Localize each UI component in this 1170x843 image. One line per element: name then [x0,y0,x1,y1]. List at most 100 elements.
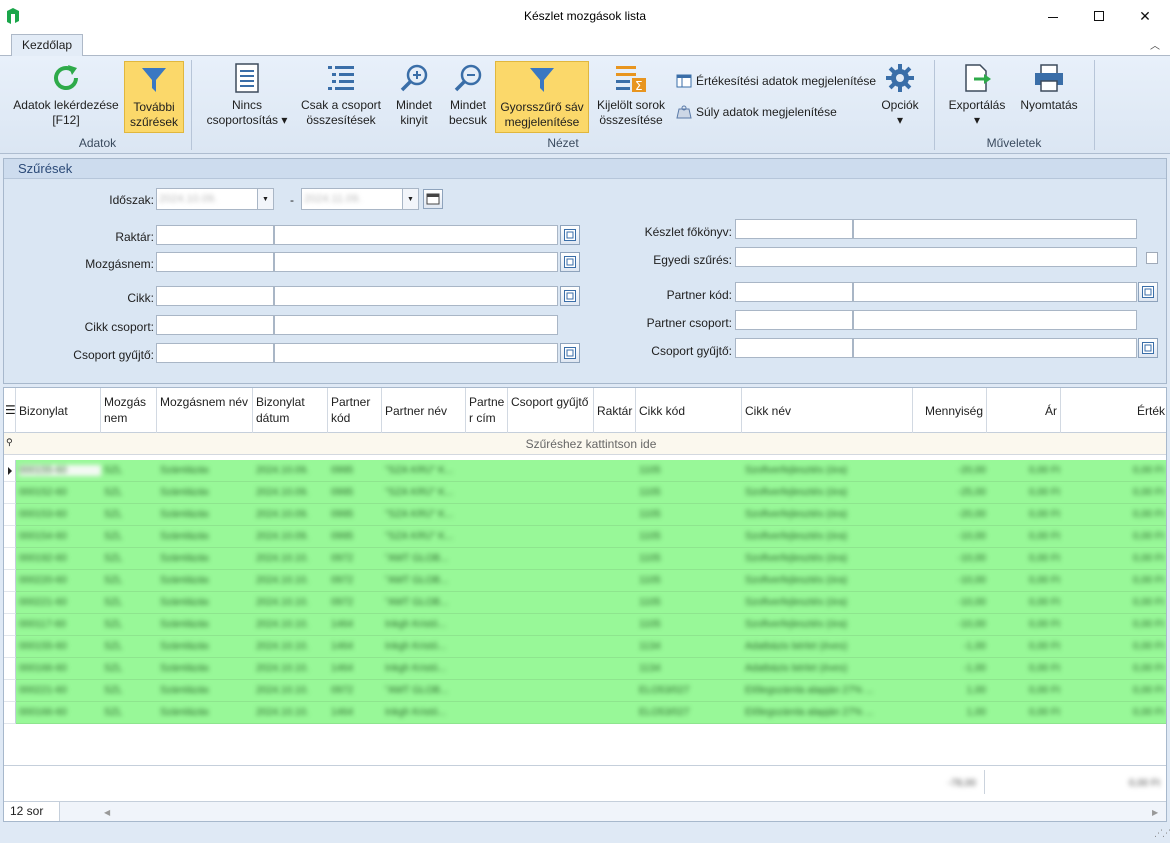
cell-cikk-kod[interactable]: 1105 [639,619,739,630]
cell-mozgasnem[interactable]: SZL [104,663,156,674]
cell-bizonylat[interactable]: 000154-60 [19,531,101,542]
cell-ar[interactable]: 0,00 Ft [990,487,1060,498]
cell-mozgasnem[interactable]: SZL [104,641,156,652]
cell-mennyiseg[interactable]: -25,00 [916,487,986,498]
cell-partner-nev[interactable]: "AMT GLOB... [385,597,465,608]
cell-cikk-nev[interactable]: Szoftverfejlesztés (óra) [745,531,913,542]
group-collector-name-input[interactable] [274,343,558,363]
warehouse-code-input[interactable] [156,225,274,245]
cell-mozgasnem[interactable]: SZL [104,707,156,718]
maximize-button[interactable] [1076,0,1122,32]
cell-bizonylat-datum[interactable]: 2024.10.09. [256,531,328,542]
cell-ertek[interactable]: 0,00 Ft [1064,663,1164,674]
table-row[interactable]: 000117-60 SZL Számlázás 2024.10.10. 1464 Inkg… [4,614,1166,636]
cell-mozgasnem-nev[interactable]: Számlázás [160,487,252,498]
cell-ar[interactable]: 0,00 Ft [990,707,1060,718]
auto-filter-row[interactable]: ⚲ Szűréshez kattintson ide [4,433,1166,455]
ribbon-collapse-icon[interactable]: ︿ [1150,37,1160,52]
cell-bizonylat-datum[interactable]: 2024.10.10. [256,663,328,674]
cell-cikk-nev[interactable]: Szoftverfejlesztés (óra) [745,509,913,520]
cell-mozgasnem-nev[interactable]: Számlázás [160,641,252,652]
table-row[interactable]: 000154-60 SZL Számlázás 2024.10.09. 0995 "SZÁ… [4,526,1166,548]
quick-filter-bar-button[interactable]: Gyorsszűrő sáv megjelenítése [495,61,589,133]
cell-mozgasnem-nev[interactable]: Számlázás [160,465,252,476]
cell-mozgasnem[interactable]: SZL [104,685,156,696]
movement-name-input[interactable] [274,252,558,272]
period-to-date[interactable]: 2024.11.09. ▼ [301,188,419,210]
cell-ertek[interactable]: 0,00 Ft [1064,553,1164,564]
cell-mozgasnem[interactable]: SZL [104,553,156,564]
cell-mozgasnem-nev[interactable]: Számlázás [160,619,252,630]
refresh-button[interactable]: Adatok lekérdezése [F12] [10,60,122,132]
sales-data-toggle[interactable]: Értékesítési adatok megjelenítése [676,72,876,90]
weight-data-toggle[interactable]: Súly adatok megjelenítése [676,103,837,121]
col-mozgasnem[interactable]: Mozgás nem [101,388,157,433]
cell-cikk-kod[interactable]: ELO53/027 [639,707,739,718]
col-ar[interactable]: Ár [987,388,1061,433]
col-partner-nev[interactable]: Partner név [382,388,466,433]
cell-bizonylat[interactable]: 000117-60 [19,619,101,630]
table-row[interactable]: 000192-60 SZL Számlázás 2024.10.10. 0972 "AMT… [4,548,1166,570]
minimize-button[interactable] [1030,0,1076,32]
cell-cikk-kod[interactable]: 1105 [639,575,739,586]
col-partner-cim[interactable]: Partne r cím [466,388,508,433]
col-bizonylat[interactable]: Bizonylat [16,388,101,433]
item-name-input[interactable] [274,286,558,306]
cell-cikk-kod[interactable]: 1105 [639,465,739,476]
cell-mozgasnem-nev[interactable]: Számlázás [160,597,252,608]
cell-mozgasnem-nev[interactable]: Számlázás [160,509,252,520]
row-indicator[interactable] [4,548,16,570]
cell-mennyiseg[interactable]: 1,00 [916,685,986,696]
cell-partner-kod[interactable]: 0972 [331,597,381,608]
cell-cikk-nev[interactable]: Adatbázis bérlet (éves) [745,663,913,674]
cell-ar[interactable]: 0,00 Ft [990,465,1060,476]
cell-partner-nev[interactable]: Inkgh Kristó... [385,707,465,718]
cell-partner-kod[interactable]: 0972 [331,685,381,696]
cell-mozgasnem[interactable]: SZL [104,575,156,586]
cell-mennyiseg[interactable]: -10,00 [916,619,986,630]
partner-group-name-input[interactable] [853,310,1137,330]
cell-cikk-nev[interactable]: Előlegszámla alapján 27% ... [745,685,913,696]
col-raktar[interactable]: Raktár [594,388,636,433]
cell-partner-nev[interactable]: "AMT GLOB... [385,553,465,564]
column-chooser-icon[interactable]: ☰ [4,388,16,433]
cell-cikk-kod[interactable]: ELO53/027 [639,685,739,696]
cell-ar[interactable]: 0,00 Ft [990,619,1060,630]
cell-mozgasnem-nev[interactable]: Számlázás [160,553,252,564]
cell-partner-kod[interactable]: 0972 [331,553,381,564]
partner-name-input[interactable] [853,282,1137,302]
table-row[interactable]: 000221-60 SZL Számlázás 2024.10.10. 0972 "AMT… [4,592,1166,614]
row-indicator[interactable] [4,526,16,548]
cell-bizonylat[interactable]: 000166-60 [19,707,101,718]
cell-cikk-kod[interactable]: 1105 [639,509,739,520]
item-code-input[interactable] [156,286,274,306]
cell-partner-nev[interactable]: "SZÁ KRÜ" K... [385,531,465,542]
row-indicator[interactable] [4,680,16,702]
row-indicator[interactable] [4,658,16,680]
close-button[interactable]: ✕ [1122,0,1168,32]
cell-bizonylat-datum[interactable]: 2024.10.10. [256,685,328,696]
group-totals-button[interactable]: Csak a csoport összesítések [298,60,384,132]
cell-ar[interactable]: 0,00 Ft [990,509,1060,520]
cell-partner-kod[interactable]: 0995 [331,465,381,476]
cell-bizonylat[interactable]: 000166-60 [19,663,101,674]
scroll-left-icon[interactable]: ◀ [104,808,110,817]
table-row[interactable]: 000166-60 SZL Számlázás 2024.10.10. 1464 Inkg… [4,658,1166,680]
cell-mennyiseg[interactable]: 1,00 [916,707,986,718]
custom-filter-checkbox[interactable] [1146,252,1158,264]
cell-bizonylat[interactable]: 000220-60 [19,575,101,586]
cell-bizonylat[interactable]: 000221-60 [19,597,101,608]
expand-all-button[interactable]: Mindet kinyit [390,60,438,132]
cell-cikk-nev[interactable]: Előlegszámla alapján 27% ... [745,707,913,718]
table-row[interactable]: 000166-60 SZL Számlázás 2024.10.10. 1464 Inkg… [4,702,1166,724]
cell-ertek[interactable]: 0,00 Ft [1064,619,1164,630]
cell-ar[interactable]: 0,00 Ft [990,575,1060,586]
stock-ledger-name-input[interactable] [853,219,1137,239]
no-grouping-button[interactable]: Nincs csoportosítás ▾ [202,60,292,132]
warehouse-picker-button[interactable] [560,225,580,245]
cell-partner-nev[interactable]: Inkgh Kristó... [385,619,465,630]
cell-partner-kod[interactable]: 1464 [331,663,381,674]
cell-ar[interactable]: 0,00 Ft [990,641,1060,652]
col-cikk-kod[interactable]: Cikk kód [636,388,742,433]
cell-mennyiseg[interactable]: -1,00 [916,641,986,652]
